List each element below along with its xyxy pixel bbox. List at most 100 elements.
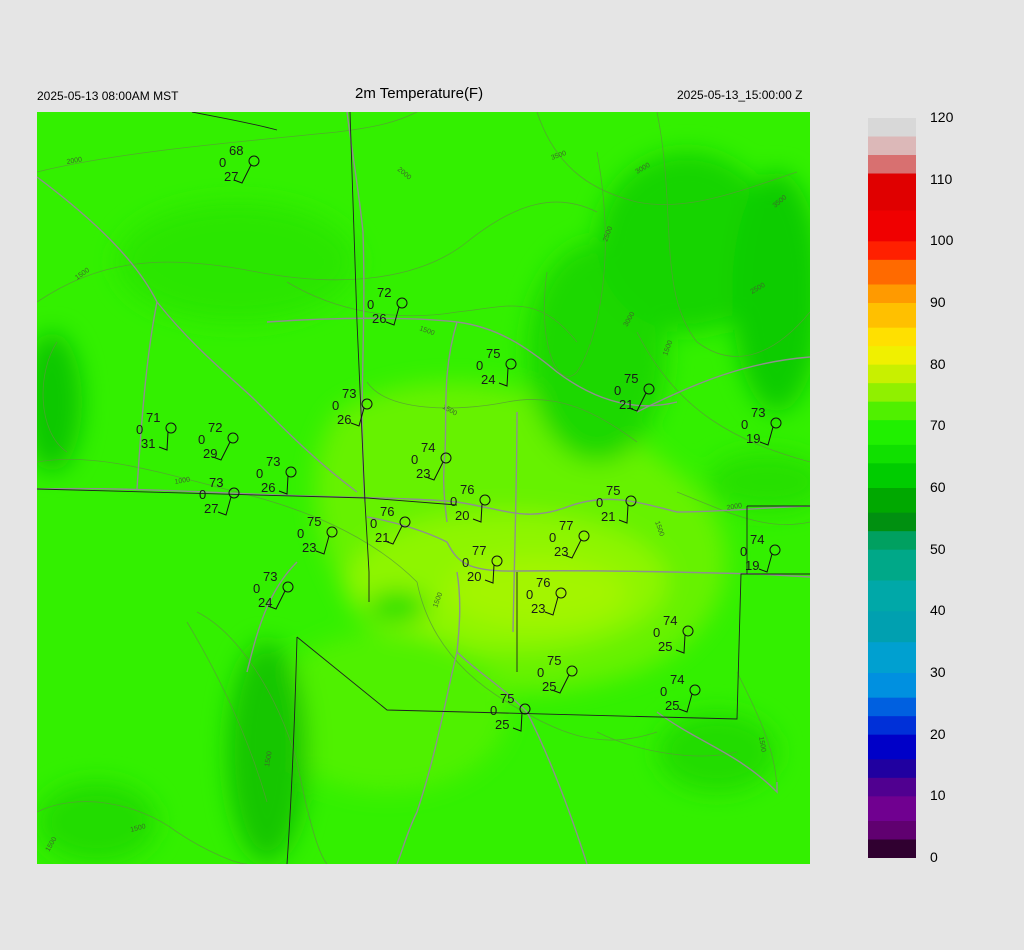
station-temperature: 73 (209, 475, 223, 490)
station-wind-speed: 0 (198, 432, 205, 447)
colorbar-band (868, 580, 916, 612)
colorbar-band (868, 673, 916, 699)
colorbar-band (868, 327, 916, 347)
station-wind-speed: 0 (297, 526, 304, 541)
station-wind-speed: 0 (367, 297, 374, 312)
station-temperature: 75 (307, 514, 321, 529)
station-dewpoint: 20 (467, 569, 481, 584)
colorbar-band (868, 346, 916, 366)
station-dewpoint: 21 (601, 509, 615, 524)
colorbar-tick-label: 110 (930, 170, 953, 187)
colorbar-tick-label: 0 (930, 849, 938, 865)
temperature-colorbar (868, 118, 916, 858)
colorbar-tick-label: 90 (930, 294, 946, 310)
colorbar-band (868, 364, 916, 384)
station-temperature: 73 (266, 454, 280, 469)
station-dewpoint: 26 (261, 480, 275, 495)
station-dewpoint: 27 (224, 169, 238, 184)
station-temperature: 74 (670, 672, 684, 687)
station-dewpoint: 23 (302, 540, 316, 555)
station-temperature: 75 (624, 371, 638, 386)
station-dewpoint: 25 (665, 698, 679, 713)
colorbar-band (868, 173, 916, 211)
colorbar-band (868, 488, 916, 514)
colorbar-band (868, 463, 916, 489)
colorbar-band (868, 155, 916, 174)
station-dewpoint: 19 (745, 558, 759, 573)
station-dewpoint: 31 (141, 436, 155, 451)
station-dewpoint: 24 (481, 372, 495, 387)
colorbar-band (868, 210, 916, 242)
colorbar-band (868, 136, 916, 156)
colorbar-band (868, 401, 916, 421)
station-wind-speed: 0 (411, 452, 418, 467)
station-wind-speed: 0 (332, 398, 339, 413)
station-temperature: 77 (472, 543, 486, 558)
station-dewpoint: 25 (542, 679, 556, 694)
colorbar-band (868, 383, 916, 403)
colorbar-band (868, 420, 916, 446)
colorbar-band (868, 284, 916, 304)
colorbar-tick-label: 70 (930, 417, 946, 434)
colorbar-tick-label: 30 (930, 664, 946, 680)
station-dewpoint: 19 (746, 431, 760, 446)
station-temperature: 74 (750, 532, 764, 547)
station-wind-speed: 0 (490, 703, 497, 718)
colorbar-band (868, 444, 916, 464)
colorbar-tick-label: 40 (930, 602, 946, 619)
colorbar-tick-label: 100 (930, 232, 954, 249)
station-dewpoint: 23 (531, 601, 545, 616)
station-wind-speed: 0 (537, 665, 544, 680)
station-dewpoint: 27 (204, 501, 218, 516)
colorbar-band (868, 759, 916, 779)
station-temperature: 71 (146, 410, 160, 425)
colorbar-band (868, 839, 916, 858)
station-dewpoint: 26 (337, 412, 351, 427)
station-wind-speed: 0 (219, 155, 226, 170)
colorbar-band (868, 512, 916, 532)
station-wind-speed: 0 (370, 516, 377, 531)
valid-time-local: 2025-05-13 08:00AM MST (37, 89, 179, 103)
station-dewpoint: 21 (375, 530, 389, 545)
station-dewpoint: 24 (258, 595, 272, 610)
colorbar-tick-label: 20 (930, 725, 946, 742)
station-wind-speed: 0 (462, 555, 469, 570)
colorbar-tick-label: 50 (930, 540, 946, 557)
colorbar-band (868, 642, 916, 674)
station-wind-speed: 0 (199, 487, 206, 502)
station-dewpoint: 25 (495, 717, 509, 732)
station-dewpoint: 26 (372, 311, 386, 326)
station-wind-speed: 0 (450, 494, 457, 509)
station-temperature: 72 (208, 420, 222, 435)
temperature-field (37, 112, 810, 864)
station-wind-speed: 0 (660, 684, 667, 699)
station-temperature: 73 (263, 569, 277, 584)
station-dewpoint: 20 (455, 508, 469, 523)
station-dewpoint: 25 (658, 639, 672, 654)
station-temperature: 68 (229, 143, 243, 158)
colorbar-band (868, 118, 916, 137)
station-wind-speed: 0 (256, 466, 263, 481)
colorbar-band (868, 549, 916, 581)
station-temperature: 76 (536, 575, 550, 590)
station-wind-speed: 0 (740, 544, 747, 559)
station-dewpoint: 21 (619, 397, 633, 412)
station-wind-speed: 0 (136, 422, 143, 437)
station-wind-speed: 0 (596, 495, 603, 510)
station-wind-speed: 0 (476, 358, 483, 373)
station-dewpoint: 29 (203, 446, 217, 461)
colorbar-band (868, 777, 916, 797)
station-temperature: 75 (486, 346, 500, 361)
station-temperature: 73 (751, 405, 765, 420)
station-temperature: 75 (606, 483, 620, 498)
colorbar-band (868, 611, 916, 643)
station-dewpoint: 23 (416, 466, 430, 481)
station-temperature: 74 (663, 613, 677, 628)
colorbar-band (868, 716, 916, 736)
colorbar-tick-label: 80 (930, 355, 946, 372)
station-wind-speed: 0 (741, 417, 748, 432)
colorbar-band (868, 303, 916, 329)
station-wind-speed: 0 (549, 530, 556, 545)
station-temperature: 73 (342, 386, 356, 401)
colorbar-band (868, 241, 916, 261)
